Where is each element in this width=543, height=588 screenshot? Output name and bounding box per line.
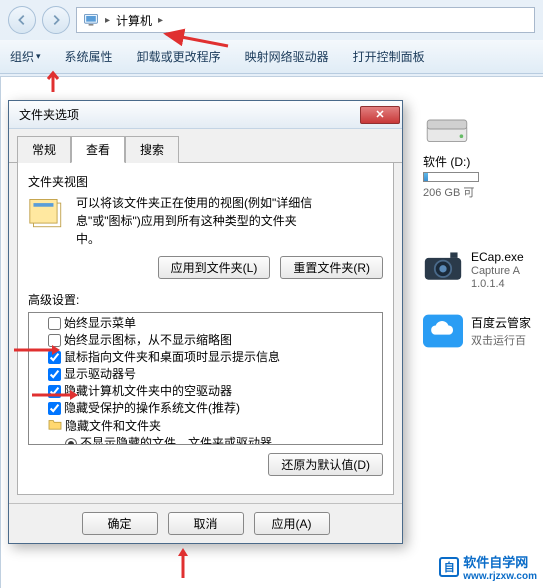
tree-item[interactable]: 始终显示图标，从不显示缩略图 bbox=[29, 332, 382, 349]
tab-search[interactable]: 搜索 bbox=[125, 136, 179, 163]
tree-item-label: 隐藏计算机文件夹中的空驱动器 bbox=[64, 384, 232, 399]
tree-checkbox[interactable] bbox=[48, 317, 61, 330]
file-baidu[interactable]: 百度云管家 双击运行百 bbox=[423, 314, 543, 348]
hard-drive-icon bbox=[423, 111, 471, 147]
tab-view[interactable]: 查看 bbox=[71, 136, 125, 163]
advanced-settings-tree[interactable]: 始终显示菜单始终显示图标，从不显示缩略图鼠标指向文件夹和桌面项时显示提示信息显示… bbox=[28, 312, 383, 445]
tree-checkbox[interactable] bbox=[48, 334, 61, 347]
dialog-titlebar[interactable]: 文件夹选项 ✕ bbox=[9, 101, 402, 129]
dialog-title: 文件夹选项 bbox=[19, 106, 360, 123]
advanced-label: 高级设置: bbox=[28, 291, 383, 308]
tree-item[interactable]: 隐藏受保护的操作系统文件(推荐) bbox=[29, 400, 382, 417]
restore-defaults-button[interactable]: 还原为默认值(D) bbox=[268, 453, 383, 476]
tree-item-label: 始终显示图标，从不显示缩略图 bbox=[64, 333, 232, 348]
baidu-cloud-icon bbox=[423, 314, 463, 348]
folder-icon bbox=[48, 418, 62, 434]
tree-checkbox[interactable] bbox=[48, 402, 61, 415]
tree-item[interactable]: 始终显示菜单 bbox=[29, 315, 382, 332]
tree-item-label: 始终显示菜单 bbox=[64, 316, 136, 331]
tree-item-label: 隐藏受保护的操作系统文件(推荐) bbox=[64, 401, 240, 416]
folder-stack-icon bbox=[28, 194, 68, 234]
tree-checkbox[interactable] bbox=[48, 368, 61, 381]
tree-item-label: 隐藏文件和文件夹 bbox=[65, 419, 161, 434]
drive-usage-bar bbox=[423, 172, 479, 182]
tree-item[interactable]: 隐藏文件和文件夹 bbox=[29, 417, 382, 435]
toolbar-map-drive[interactable]: 映射网络驱动器 bbox=[245, 48, 329, 65]
toolbar-control-panel[interactable]: 打开控制面板 bbox=[353, 48, 425, 65]
tree-item-label: 显示驱动器号 bbox=[64, 367, 136, 382]
drive-d[interactable]: 软件 (D:) 206 GB 可 bbox=[423, 111, 543, 200]
toolbar: 组织 ▾ 系统属性 卸载或更改程序 映射网络驱动器 打开控制面板 bbox=[0, 40, 543, 74]
tree-item[interactable]: 隐藏计算机文件夹中的空驱动器 bbox=[29, 383, 382, 400]
file-ecap[interactable]: ECap.exe Capture A 1.0.1.4 bbox=[423, 250, 543, 290]
camera-icon bbox=[423, 250, 463, 284]
tree-item-label: 不显示隐藏的文件、文件夹或驱动器 bbox=[80, 436, 272, 445]
tree-checkbox[interactable] bbox=[48, 385, 61, 398]
ok-button[interactable]: 确定 bbox=[82, 512, 158, 535]
address-bar[interactable]: ▸ 计算机 ▸ bbox=[76, 7, 535, 33]
apply-to-folders-button[interactable]: 应用到文件夹(L) bbox=[158, 256, 271, 279]
tab-general[interactable]: 常规 bbox=[17, 136, 71, 163]
tree-item[interactable]: 显示驱动器号 bbox=[29, 366, 382, 383]
breadcrumb-computer[interactable]: 计算机 bbox=[116, 12, 152, 29]
chevron-right-icon: ▸ bbox=[105, 15, 110, 26]
toolbar-system-properties[interactable]: 系统属性 bbox=[65, 48, 113, 65]
toolbar-uninstall[interactable]: 卸载或更改程序 bbox=[137, 48, 221, 65]
apply-button[interactable]: 应用(A) bbox=[254, 512, 330, 535]
close-button[interactable]: ✕ bbox=[360, 106, 400, 124]
watermark: 自 软件自学网 www.rjzxw.com bbox=[439, 552, 537, 582]
tree-item[interactable]: 鼠标指向文件夹和桌面项时显示提示信息 bbox=[29, 349, 382, 366]
tree-checkbox[interactable] bbox=[48, 351, 61, 364]
nav-forward-button[interactable] bbox=[42, 6, 70, 34]
tree-item[interactable]: 不显示隐藏的文件、文件夹或驱动器 bbox=[29, 435, 382, 445]
chevron-right-icon: ▸ bbox=[158, 15, 163, 26]
computer-icon bbox=[83, 13, 99, 27]
tree-radio[interactable] bbox=[65, 438, 77, 446]
folder-view-label: 文件夹视图 bbox=[28, 173, 383, 190]
cancel-button[interactable]: 取消 bbox=[168, 512, 244, 535]
reset-folders-button[interactable]: 重置文件夹(R) bbox=[280, 256, 383, 279]
watermark-icon: 自 bbox=[439, 557, 459, 577]
folder-options-dialog: 文件夹选项 ✕ 常规 查看 搜索 文件夹视图 可以将该文件夹正在使用的视图(例如… bbox=[8, 100, 403, 544]
tree-item-label: 鼠标指向文件夹和桌面项时显示提示信息 bbox=[64, 350, 280, 365]
toolbar-organize[interactable]: 组织 ▾ bbox=[10, 48, 41, 65]
nav-back-button[interactable] bbox=[8, 6, 36, 34]
